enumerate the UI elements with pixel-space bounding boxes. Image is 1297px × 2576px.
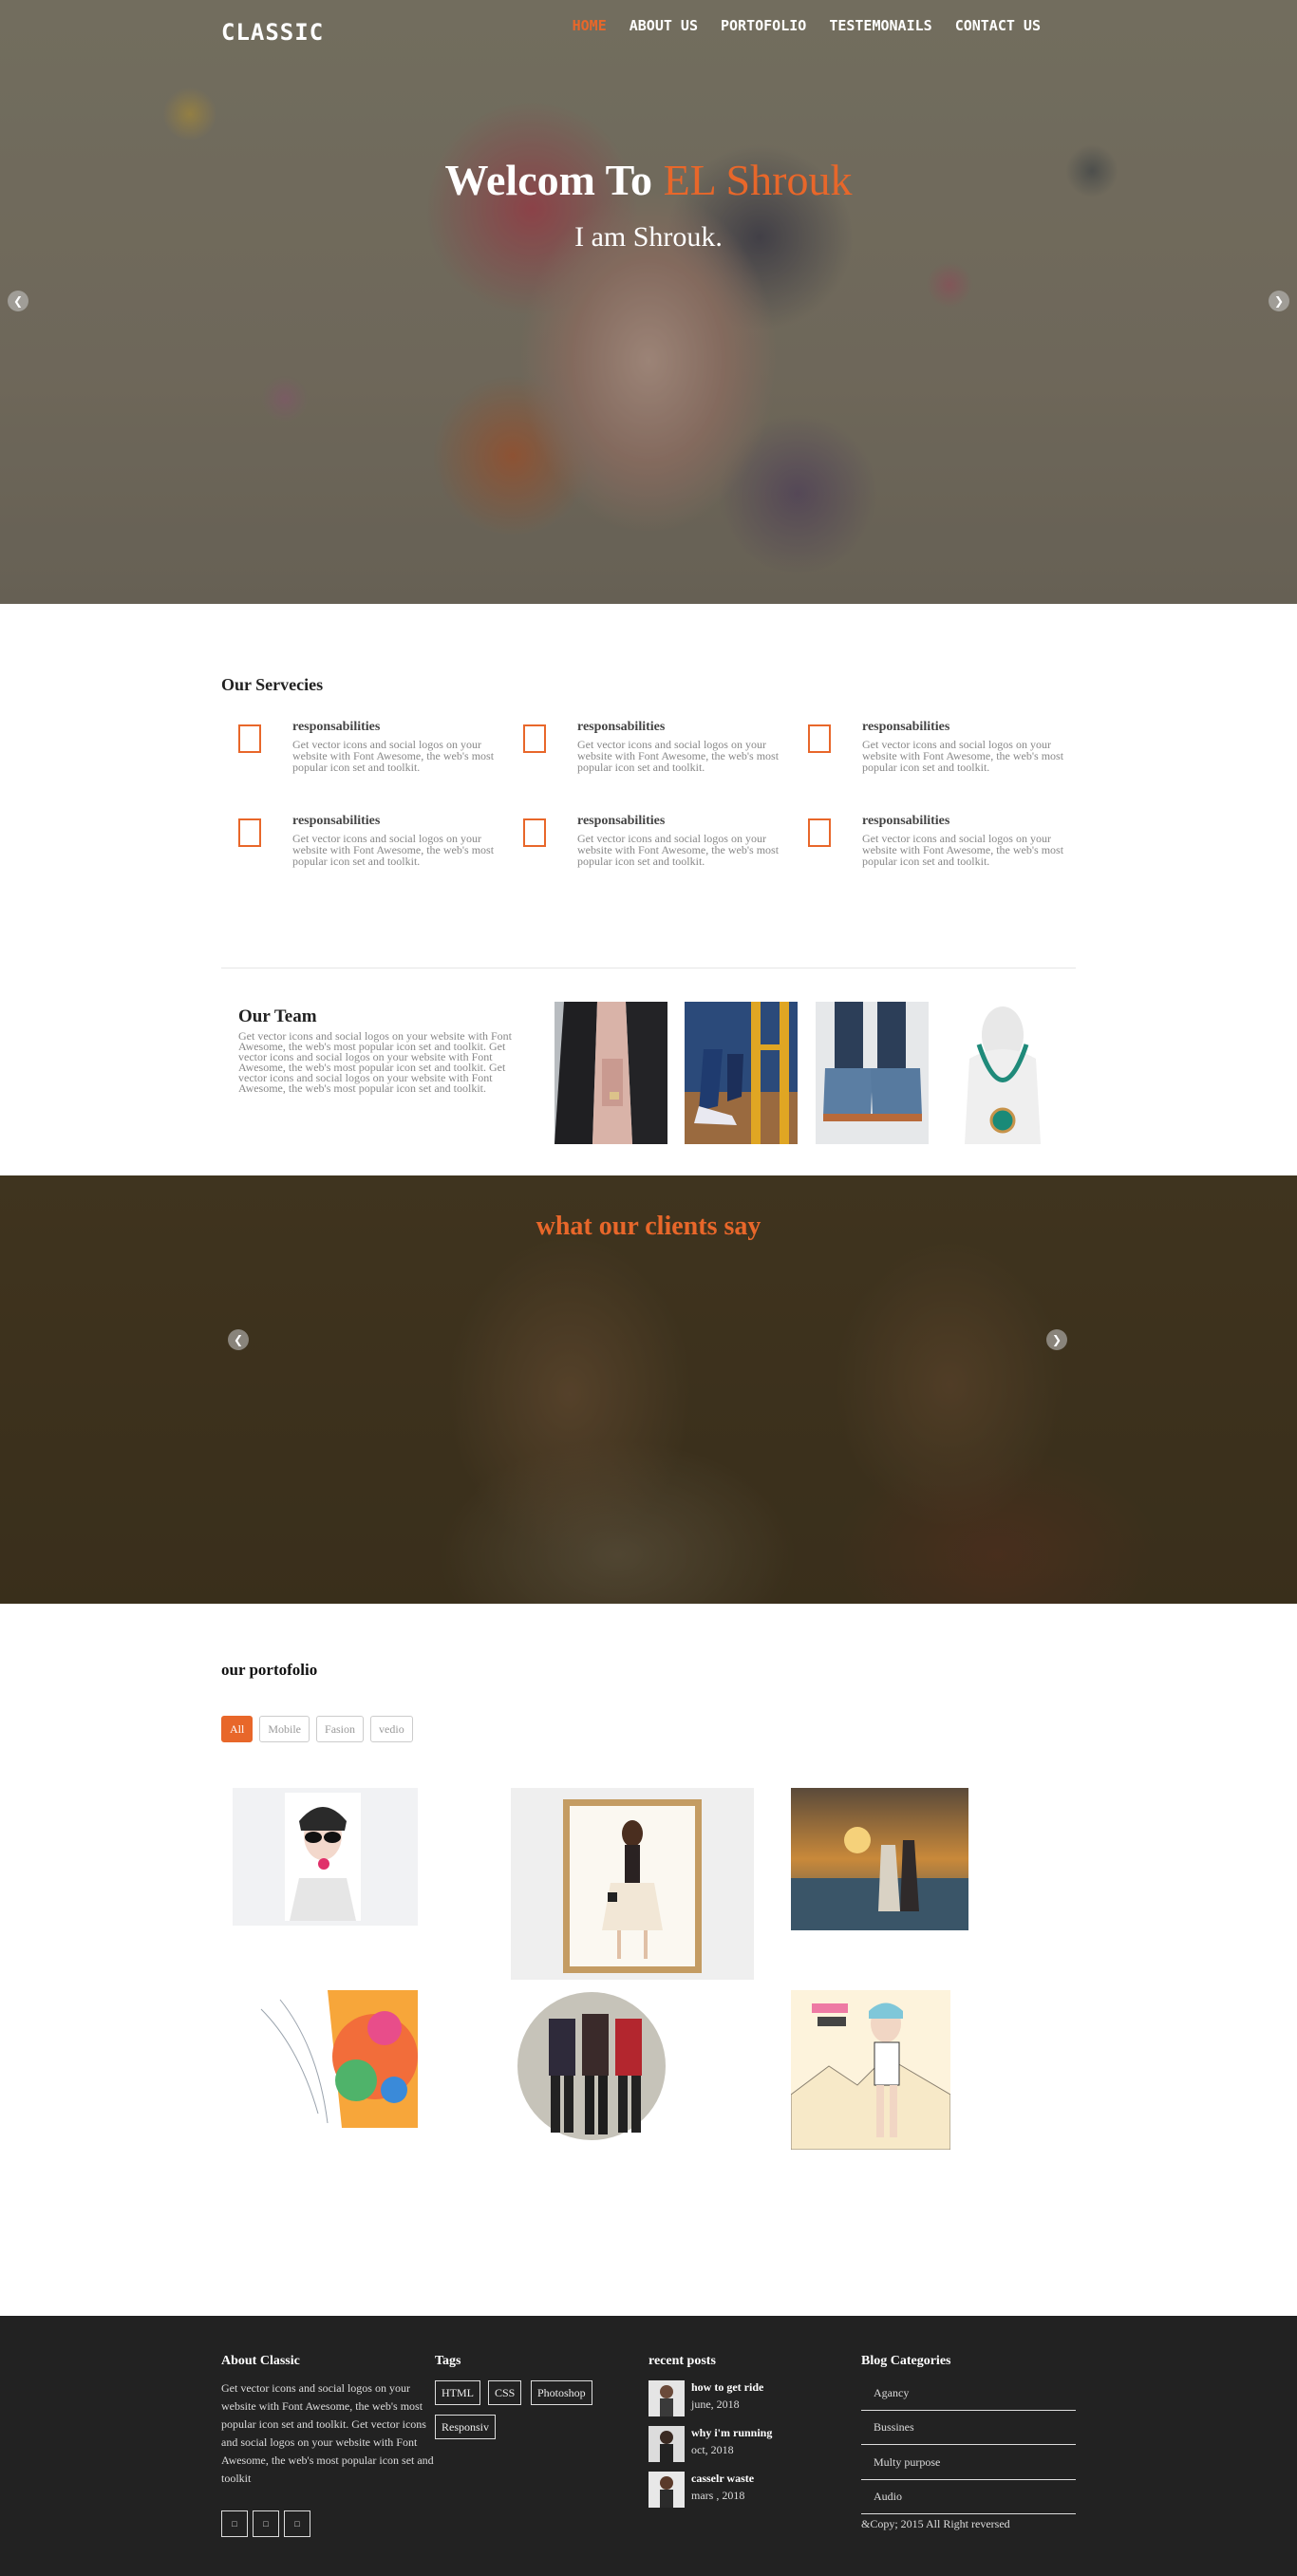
portfolio-filters: All Mobile Fasion vedio <box>221 1716 413 1742</box>
footer-posts-title: recent posts <box>648 2354 716 2368</box>
nav-links: HOME ABOUT US PORTOFOLIO TESTEMONAILS CO… <box>573 17 1041 34</box>
post-date: mars , 2018 <box>691 2489 745 2502</box>
nav-link-contact[interactable]: CONTACT US <box>955 17 1041 34</box>
category-label[interactable]: Agancy <box>874 2386 909 2400</box>
service-icon <box>238 724 261 753</box>
hero-title: Welcom To EL Shrouk <box>0 155 1297 205</box>
footer-about-title: About Classic <box>221 2354 300 2368</box>
hero-slider: CLASSIC HOME ABOUT US PORTOFOLIO TESTEMO… <box>0 0 1297 604</box>
site-logo[interactable]: CLASSIC <box>221 19 324 46</box>
service-item: responsabilities Get vector icons and so… <box>791 720 1076 796</box>
service-heading: responsabilities <box>862 720 950 734</box>
service-text: Get vector icons and social logos on you… <box>862 832 1064 868</box>
footer-categories-title: Blog Categories <box>861 2354 951 2368</box>
team-photo-heels[interactable] <box>685 1002 798 1144</box>
service-text: Get vector icons and social logos on you… <box>862 738 1064 774</box>
service-icon <box>808 818 831 847</box>
service-heading: responsabilities <box>292 720 381 734</box>
service-heading: responsabilities <box>292 814 381 828</box>
post-thumbnail <box>648 2472 685 2508</box>
services-title: Our Servecies <box>221 675 324 694</box>
hero-overlay <box>0 0 1297 604</box>
service-item: responsabilities Get vector icons and so… <box>506 720 791 796</box>
category-label[interactable]: Bussines <box>874 2420 914 2435</box>
team-photo-shoes[interactable] <box>816 1002 929 1144</box>
service-item: responsabilities Get vector icons and so… <box>221 720 506 796</box>
chevron-left-icon[interactable]: ❮ <box>228 1329 249 1350</box>
service-text: Get vector icons and social logos on you… <box>292 738 495 774</box>
chevron-right-icon[interactable]: ❯ <box>1046 1329 1067 1350</box>
filter-all-button[interactable]: All <box>221 1716 254 1742</box>
post-title[interactable]: casselr waste <box>691 2472 754 2486</box>
filter-mobile-button[interactable]: Mobile <box>259 1716 310 1742</box>
service-text: Get vector icons and social logos on you… <box>292 832 495 868</box>
hero-title-prefix: Welcom To <box>444 156 653 204</box>
filter-fasion-button[interactable]: Fasion <box>316 1716 365 1742</box>
portfolio-item[interactable] <box>511 1990 682 2147</box>
category-item[interactable]: Multy purpose <box>861 2446 1076 2480</box>
portfolio-item[interactable] <box>511 1788 754 1980</box>
service-icon <box>523 818 546 847</box>
tag-photoshop[interactable]: Photoshop <box>531 2380 592 2405</box>
google-plus-icon[interactable]: □ <box>284 2510 310 2537</box>
category-label[interactable]: Multy purpose <box>874 2455 940 2470</box>
team-photo-jacket[interactable] <box>555 1002 667 1144</box>
service-heading: responsabilities <box>577 720 666 734</box>
portfolio-item[interactable] <box>233 1788 418 1926</box>
service-item: responsabilities Get vector icons and so… <box>791 814 1076 890</box>
post-title[interactable]: why i'm running <box>691 2426 772 2440</box>
category-label[interactable]: Audio <box>874 2490 902 2504</box>
footer-tags-title: Tags <box>435 2354 461 2368</box>
service-icon <box>523 724 546 753</box>
nav-link-testimonials[interactable]: TESTEMONAILS <box>829 17 931 34</box>
chevron-right-icon[interactable]: ❯ <box>1269 291 1289 311</box>
category-item[interactable]: Bussines <box>861 2411 1076 2445</box>
tag-html[interactable]: HTML <box>435 2380 480 2405</box>
facebook-icon[interactable]: □ <box>221 2510 248 2537</box>
portfolio-item[interactable] <box>233 1990 418 2128</box>
copyright-text: &Copy; 2015 All Right reversed <box>861 2517 1010 2530</box>
testimonials-section: what our clients say ❮ ❯ <box>0 1175 1297 1604</box>
nav-link-home[interactable]: HOME <box>573 17 607 34</box>
category-item[interactable]: Audio <box>861 2480 1076 2514</box>
recent-post[interactable]: why i'm running oct, 2018 <box>648 2426 838 2464</box>
filter-vedio-button[interactable]: vedio <box>370 1716 413 1742</box>
chevron-left-icon[interactable]: ❮ <box>8 291 28 311</box>
post-thumbnail <box>648 2380 685 2416</box>
service-heading: responsabilities <box>862 814 950 828</box>
tag-responsiv[interactable]: Responsiv <box>435 2415 497 2439</box>
testimonials-title: what our clients say <box>536 1212 761 1241</box>
service-heading: responsabilities <box>577 814 666 828</box>
category-item[interactable]: Agancy <box>861 2377 1076 2411</box>
service-icon <box>808 724 831 753</box>
nav-link-about[interactable]: ABOUT US <box>630 17 698 34</box>
navbar: CLASSIC HOME ABOUT US PORTOFOLIO TESTEMO… <box>0 0 1297 57</box>
twitter-icon[interactable]: □ <box>253 2510 279 2537</box>
post-date: oct, 2018 <box>691 2443 734 2456</box>
post-date: june, 2018 <box>691 2397 740 2411</box>
recent-post[interactable]: how to get ride june, 2018 <box>648 2380 838 2418</box>
service-text: Get vector icons and social logos on you… <box>577 832 780 868</box>
team-title: Our Team <box>238 1006 317 1026</box>
footer-about-text: Get vector icons and social logos on you… <box>221 2381 434 2485</box>
team-text: Get vector icons and social logos on you… <box>238 1029 512 1095</box>
post-title[interactable]: how to get ride <box>691 2380 763 2395</box>
portfolio-item[interactable] <box>791 1788 968 1930</box>
post-thumbnail <box>648 2426 685 2462</box>
portfolio-item[interactable] <box>791 1990 950 2150</box>
tag-css[interactable]: CSS <box>488 2380 522 2405</box>
service-item: responsabilities Get vector icons and so… <box>221 814 506 890</box>
service-text: Get vector icons and social logos on you… <box>577 738 780 774</box>
portfolio-title: our portofolio <box>221 1661 318 1679</box>
nav-link-portfolio[interactable]: PORTOFOLIO <box>721 17 806 34</box>
service-item: responsabilities Get vector icons and so… <box>506 814 791 890</box>
hero-subtitle: I am Shrouk. <box>574 221 723 253</box>
footer: About Classic Get vector icons and socia… <box>0 2316 1297 2576</box>
hero-title-accent: EL Shrouk <box>663 156 853 204</box>
service-icon <box>238 818 261 847</box>
recent-post[interactable]: casselr waste mars , 2018 <box>648 2472 838 2510</box>
team-photo-necklace[interactable] <box>946 1002 1059 1144</box>
